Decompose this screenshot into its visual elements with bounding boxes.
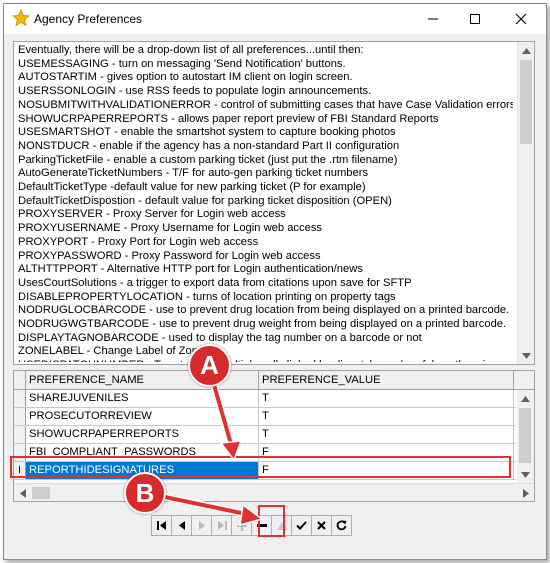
insert-record-button[interactable] (231, 515, 252, 536)
last-icon (217, 521, 227, 530)
window-title: Agency Preferences (34, 12, 143, 26)
notes-line: AutoGenerateTicketNumbers - T/F for auto… (18, 167, 369, 180)
notes-line: ParkingTicketFile - enable a custom park… (18, 153, 398, 166)
grid-indicator-header (14, 371, 26, 389)
notes-vertical-scrollbar[interactable] (517, 42, 534, 364)
table-row[interactable]: SHOWUCRPAPERREPORTS T (14, 426, 516, 444)
notes-line: NOSUBMITWITHVALIDATIONERROR - control of… (18, 98, 513, 111)
cell-preference-name[interactable]: PROSECUTORREVIEW (26, 408, 259, 425)
row-indicator[interactable] (14, 408, 26, 425)
first-icon (156, 521, 166, 530)
star-icon (11, 8, 31, 27)
callout-a: A (188, 344, 231, 387)
title-bar: Agency Preferences (4, 4, 546, 34)
row-indicator[interactable] (14, 390, 26, 407)
notes-line: UsesCourtSolutions - a trigger to export… (18, 276, 412, 289)
grid-scroll-down-icon[interactable] (517, 466, 534, 483)
notes-line: Eventually, there will be a drop-down li… (18, 44, 364, 56)
notes-line: PROXYPORT - Proxy Port for Login web acc… (18, 235, 259, 248)
notes-line: AUTOSTARTIM - gives option to autostart … (18, 71, 353, 84)
prior-record-button[interactable] (171, 515, 192, 536)
table-row[interactable]: PROSECUTORREVIEW T (14, 408, 516, 426)
notes-line: USEMESSAGING - turn on messaging 'Send N… (18, 57, 346, 70)
minimize-icon (428, 18, 438, 20)
cell-preference-name[interactable]: SHOWUCRPAPERREPORTS (26, 426, 259, 443)
minimize-button[interactable] (410, 4, 456, 34)
next-icon (198, 521, 205, 530)
notes-line: NODRUGWGTBARCODE - use to prevent drug w… (18, 318, 507, 331)
refresh-button[interactable] (331, 515, 352, 536)
grid-vertical-scrollbar[interactable] (517, 390, 534, 483)
grid-scroll-up-icon[interactable] (517, 390, 534, 407)
notes-line: PROXYUSERNAME - Proxy Username for Login… (18, 222, 323, 235)
grid-scroll-right-icon[interactable] (517, 484, 534, 502)
notes-line: NONSTDUCR - enable if the agency has a n… (18, 139, 400, 152)
row-indicator[interactable] (14, 426, 26, 443)
grid-scroll-thumb[interactable] (519, 408, 531, 463)
notes-line: SHOWUCRPAPERREPORTS - allows paper repor… (18, 112, 439, 125)
notes-text: Eventually, there will be a drop-down li… (18, 44, 513, 362)
notes-line: USERSSONLOGIN - use RSS feeds to populat… (18, 85, 372, 98)
notes-line: DISABLEPROPERTYLOCATION - turns of locat… (18, 290, 396, 303)
cell-preference-value[interactable]: T (259, 390, 514, 407)
notes-line: DefaultTicketType -default value for new… (18, 181, 366, 194)
close-icon (515, 13, 527, 25)
checkmark-icon (296, 521, 307, 530)
db-navigator (151, 515, 352, 536)
first-record-button[interactable] (151, 515, 172, 536)
header-filler (514, 371, 534, 389)
selected-row-highlight-box (10, 456, 511, 478)
grid-header: PREFERENCE_NAME PREFERENCE_VALUE (14, 371, 534, 390)
cell-preference-value[interactable]: T (259, 426, 514, 443)
callout-b: B (124, 472, 166, 514)
table-row[interactable]: SHAREJUVENILES T (14, 390, 516, 408)
notes-line: USEDISPATCHNUMBER - True to have multipl… (18, 359, 513, 362)
notes-scroll-thumb[interactable] (520, 60, 532, 144)
plus-icon (236, 520, 247, 531)
prior-icon (178, 521, 185, 530)
last-record-button[interactable] (211, 515, 232, 536)
delete-button-highlight-box (258, 505, 285, 537)
maximize-button[interactable] (452, 4, 498, 34)
notes-line: PROXYSERVER - Proxy Server for Login web… (18, 208, 286, 221)
maximize-icon (470, 14, 480, 24)
notes-line: DefaultTicketDispostion - default value … (18, 194, 392, 207)
cell-preference-name[interactable]: SHAREJUVENILES (26, 390, 259, 407)
notes-line: NODRUGLOCBARCODE - use to prevent drug l… (18, 304, 510, 317)
post-edit-button[interactable] (291, 515, 312, 536)
scroll-up-icon[interactable] (518, 42, 535, 59)
next-record-button[interactable] (191, 515, 212, 536)
grid-horizontal-scrollbar[interactable] (14, 483, 534, 501)
grid-hscroll-thumb[interactable] (32, 487, 50, 499)
x-icon (317, 521, 326, 530)
notes-line: DISPLAYTAGNOBARCODE - used to display th… (18, 331, 422, 344)
notes-line: ALTHTTPPORT - Alternative HTTP port for … (18, 263, 363, 276)
close-button[interactable] (498, 4, 544, 34)
scroll-down-icon[interactable] (518, 347, 535, 364)
preferences-notes-memo[interactable]: Eventually, there will be a drop-down li… (13, 41, 535, 365)
cell-preference-value[interactable]: T (259, 408, 514, 425)
cancel-edit-button[interactable] (311, 515, 332, 536)
column-header-preference-value[interactable]: PREFERENCE_VALUE (259, 371, 514, 390)
notes-line: PROXYPASSWORD - Proxy Password for Login… (18, 249, 321, 262)
notes-line: ZONELABEL - Change Label of Zone (18, 345, 205, 358)
refresh-icon (336, 520, 347, 531)
grid-scroll-left-icon[interactable] (14, 484, 31, 502)
preferences-grid[interactable]: PREFERENCE_NAME PREFERENCE_VALUE SHAREJU… (13, 370, 535, 502)
notes-line: USESMARTSHOT - enable the smartshot syst… (18, 126, 396, 139)
